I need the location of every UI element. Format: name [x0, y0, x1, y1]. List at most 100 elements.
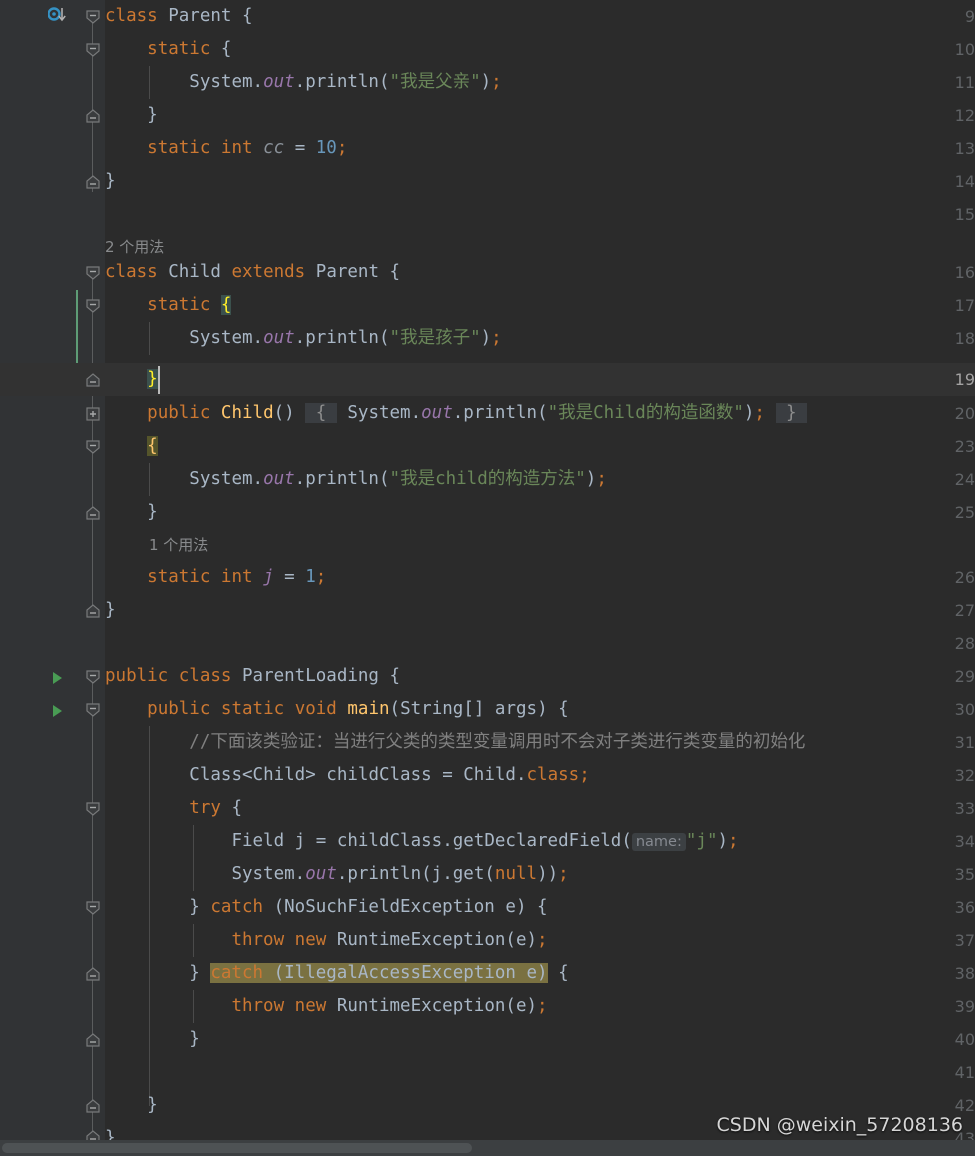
line-number[interactable]: 31 [903, 726, 975, 759]
fold-expand-icon[interactable] [86, 407, 100, 421]
fold-end-icon[interactable] [86, 1033, 100, 1047]
line-number[interactable]: 12 [903, 99, 975, 132]
line-number[interactable]: 39 [903, 990, 975, 1023]
line-content[interactable]: } [105, 496, 158, 529]
editor-line-15[interactable]: 15 [0, 198, 975, 231]
horizontal-scrollbar-track[interactable] [0, 1140, 975, 1156]
line-number[interactable]: 34 [903, 825, 975, 858]
line-number[interactable]: 17 [903, 289, 975, 322]
editor-line-24[interactable]: 24 System.out.println("我是child的构造方法"); [0, 463, 975, 496]
line-number[interactable]: 29 [903, 660, 975, 693]
inlay-hint-usages-field-j[interactable]: 1 个用法 [149, 529, 208, 562]
line-content[interactable]: throw new RuntimeException(e); [105, 990, 547, 1023]
line-number[interactable]: 20 [903, 397, 975, 430]
editor-line-20[interactable]: 20 public Child() { System.out.println("… [0, 397, 975, 430]
fold-collapse-icon[interactable] [86, 901, 100, 915]
editor-line-12[interactable]: 12 } [0, 99, 975, 132]
line-content[interactable]: } catch (IllegalAccessException e) { [105, 957, 569, 990]
line-content[interactable]: System.out.println("我是孩子"); [105, 322, 501, 355]
run-method-icon[interactable] [50, 703, 64, 717]
line-number[interactable]: 13 [903, 132, 975, 165]
line-content[interactable]: } [105, 99, 158, 132]
editor-line-14[interactable]: 14 } [0, 165, 975, 198]
inlay-parameter-hint[interactable]: name: [631, 833, 686, 851]
line-content[interactable]: } [105, 1089, 158, 1122]
fold-collapse-icon[interactable] [86, 703, 100, 717]
editor-line-17[interactable]: 17 static { [0, 289, 975, 322]
line-content[interactable]: Field j = childClass.getDeclaredField(na… [105, 825, 739, 858]
line-content[interactable]: System.out.println("我是child的构造方法"); [105, 463, 607, 496]
line-content[interactable]: class Child extends Parent { [105, 256, 400, 289]
editor-line-29[interactable]: 29 public class ParentLoading { [0, 660, 975, 693]
editor-line-38[interactable]: 38 } catch (IllegalAccessException e) { [0, 957, 975, 990]
line-content[interactable]: public class ParentLoading { [105, 660, 400, 693]
line-number[interactable]: 26 [903, 561, 975, 594]
fold-end-icon[interactable] [86, 604, 100, 618]
line-number[interactable]: 38 [903, 957, 975, 990]
line-content[interactable]: System.out.println(j.get(null)); [105, 858, 568, 891]
line-content[interactable]: class Parent { [105, 0, 253, 33]
editor-line-19[interactable]: 19 } [0, 363, 975, 396]
fold-collapse-icon[interactable] [86, 440, 100, 454]
line-content[interactable]: static int j = 1; [105, 561, 326, 594]
fold-collapse-icon[interactable] [86, 43, 100, 57]
line-number[interactable]: 24 [903, 463, 975, 496]
fold-collapse-icon[interactable] [86, 670, 100, 684]
line-number[interactable]: 14 [903, 165, 975, 198]
editor-line-13[interactable]: 13 static int cc = 10; [0, 132, 975, 165]
line-number[interactable]: 23 [903, 430, 975, 463]
editor-line-35[interactable]: 35 System.out.println(j.get(null)); [0, 858, 975, 891]
editor-line-16[interactable]: 16 class Child extends Parent { [0, 256, 975, 289]
folded-region-close[interactable]: } [775, 403, 808, 423]
line-number[interactable]: 36 [903, 891, 975, 924]
fold-collapse-icon[interactable] [86, 802, 100, 816]
editor-line-41[interactable]: 41 [0, 1056, 975, 1089]
line-content[interactable]: } [105, 594, 116, 627]
line-content[interactable]: try { [105, 792, 242, 825]
line-content[interactable]: { [105, 430, 158, 463]
line-content[interactable]: public static void main(String[] args) { [105, 693, 569, 726]
fold-end-icon[interactable] [86, 967, 100, 981]
line-content[interactable]: static { [105, 33, 231, 66]
fold-end-icon[interactable] [86, 175, 100, 189]
editor-line-43[interactable]: 43 } [0, 1122, 975, 1140]
folded-region-open[interactable]: { [305, 403, 337, 423]
line-number[interactable]: 37 [903, 924, 975, 957]
horizontal-scrollbar-thumb[interactable] [2, 1143, 472, 1153]
fold-end-icon[interactable] [86, 1099, 100, 1113]
fold-end-icon[interactable] [86, 109, 100, 123]
line-number[interactable]: 15 [903, 198, 975, 231]
line-number[interactable]: 35 [903, 858, 975, 891]
editor-line-32[interactable]: 32 Class<Child> childClass = Child.class… [0, 759, 975, 792]
line-number[interactable]: 18 [903, 322, 975, 355]
line-content[interactable]: } [105, 363, 158, 396]
line-number[interactable]: 33 [903, 792, 975, 825]
editor-line-34[interactable]: 34 Field j = childClass.getDeclaredField… [0, 825, 975, 858]
line-content[interactable]: } [105, 1023, 200, 1056]
line-number[interactable]: 27 [903, 594, 975, 627]
line-content[interactable]: System.out.println("我是父亲"); [105, 66, 501, 99]
line-content[interactable]: //下面该类验证：当进行父类的类型变量调用时不会对子类进行类变量的初始化 [105, 726, 805, 759]
highlighted-catch-clause[interactable]: catch (IllegalAccessException e) [210, 963, 548, 983]
line-content[interactable]: static int cc = 10; [105, 132, 347, 165]
line-number[interactable]: 32 [903, 759, 975, 792]
line-content[interactable]: static { [105, 289, 232, 322]
editor-line-39[interactable]: 39 throw new RuntimeException(e); [0, 990, 975, 1023]
line-content[interactable]: throw new RuntimeException(e); [105, 924, 547, 957]
editor-line-9[interactable]: 9 class Parent { [0, 0, 975, 33]
line-number[interactable]: 28 [903, 627, 975, 660]
editor-line-18[interactable]: 18 System.out.println("我是孩子"); [0, 322, 975, 355]
editor-line-42[interactable]: 42 } [0, 1089, 975, 1122]
line-number[interactable]: 42 [903, 1089, 975, 1122]
editor-line-31[interactable]: 31 //下面该类验证：当进行父类的类型变量调用时不会对子类进行类变量的初始化 [0, 726, 975, 759]
editor-line-36[interactable]: 36 } catch (NoSuchFieldException e) { [0, 891, 975, 924]
editor-line-10[interactable]: 10 static { [0, 33, 975, 66]
line-number[interactable]: 16 [903, 256, 975, 289]
editor-line-28[interactable]: 28 [0, 627, 975, 660]
editor-line-25[interactable]: 25 } [0, 496, 975, 529]
editor-line-30[interactable]: 30 public static void main(String[] args… [0, 693, 975, 726]
fold-end-icon[interactable] [86, 506, 100, 520]
line-number[interactable]: 40 [903, 1023, 975, 1056]
line-content[interactable]: } [105, 1122, 116, 1140]
implemented-by-subclass-icon[interactable] [47, 7, 68, 25]
